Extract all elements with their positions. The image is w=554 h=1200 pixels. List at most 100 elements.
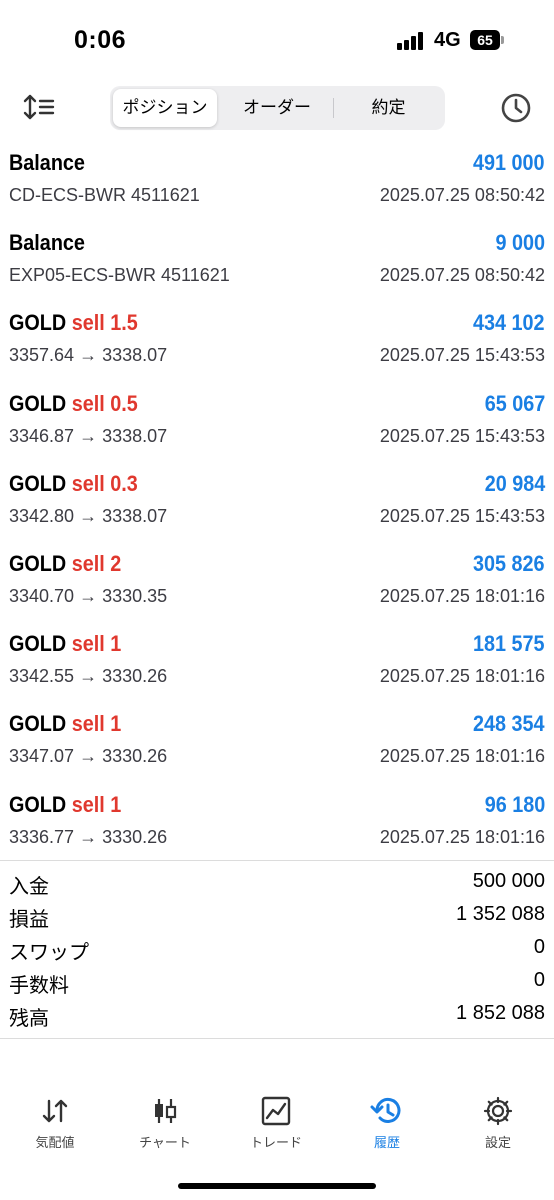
deal-amount: 9 000 <box>495 230 545 256</box>
tab-history[interactable]: 履歴 <box>332 1088 442 1158</box>
bottom-tab-bar: 気配値 チャート トレード 履歴 設定 <box>0 1088 554 1168</box>
quotes-icon <box>42 1099 68 1123</box>
tab-chart[interactable]: チャート <box>110 1088 220 1158</box>
tab-label: 設定 <box>484 1135 511 1150</box>
deal-side-volume: sell 1.5 <box>71 310 138 336</box>
deal-title: GOLD sell 0.5 <box>9 391 138 417</box>
settings-gear-icon <box>483 1096 513 1126</box>
summary-value: 1 852 088 <box>456 1002 545 1024</box>
deal-side-volume: sell 1 <box>71 631 122 657</box>
deal-title: GOLD sell 1 <box>9 631 121 657</box>
battery-icon: 65 <box>470 30 504 50</box>
deal-row[interactable]: GOLD sell 2 305 826 3340.70 → 3330.35 20… <box>0 543 554 623</box>
summary-panel: 入金 500 000 損益 1 352 088 スワップ 0 手数料 0 残高 … <box>0 868 554 1033</box>
summary-row-commission: 手数料 0 <box>0 967 554 1000</box>
deal-profit: 305 826 <box>473 550 545 576</box>
deal-time: 2025.07.25 15:43:53 <box>379 505 545 526</box>
deal-time: 2025.07.25 18:01:16 <box>379 746 545 767</box>
status-bar: 0:06 4G 65 <box>0 0 554 82</box>
deal-profit: 96 180 <box>484 791 545 817</box>
summary-divider <box>0 860 554 861</box>
deal-row[interactable]: GOLD sell 0.5 65 067 3346.87 → 3338.07 2… <box>0 383 554 463</box>
deal-row[interactable]: Balance 9 000 EXP05-ECS-BWR 4511621 2025… <box>0 222 554 302</box>
status-time: 0:06 <box>74 26 127 54</box>
summary-row-profit: 損益 1 352 088 <box>0 901 554 934</box>
deal-row[interactable]: GOLD sell 1 181 575 3342.55 → 3330.26 20… <box>0 623 554 703</box>
segment-positions[interactable]: ポジション <box>113 89 217 127</box>
deal-prices: 3336.77 → 3330.26 <box>9 826 168 847</box>
deal-title: GOLD sell 0.3 <box>9 471 138 497</box>
summary-label: 損益 <box>9 909 49 931</box>
deal-comment: CD-ECS-BWR 4511621 <box>9 185 200 205</box>
tab-label: 気配値 <box>35 1135 75 1150</box>
summary-value: 500 000 <box>472 870 545 892</box>
deal-prices: 3340.70 → 3330.35 <box>9 585 168 606</box>
segment-deals[interactable]: 約定 <box>335 89 442 127</box>
deal-time: 2025.07.25 18:01:16 <box>379 666 545 687</box>
deal-time: 2025.07.25 08:50:42 <box>379 265 545 286</box>
history-toolbar: ポジション オーダー 約定 <box>0 82 554 138</box>
tab-trade[interactable]: トレード <box>221 1088 331 1158</box>
tab-label: トレード <box>249 1135 302 1150</box>
segment-orders[interactable]: オーダー <box>223 89 331 127</box>
deal-symbol: GOLD <box>9 791 67 817</box>
summary-label: スワップ <box>9 942 89 964</box>
deal-symbol: GOLD <box>9 631 67 657</box>
tab-settings[interactable]: 設定 <box>443 1088 553 1158</box>
clock-icon[interactable] <box>499 91 533 125</box>
deal-prices: 3347.07 → 3330.26 <box>9 746 168 767</box>
deals-list: Balance 491 000 CD-ECS-BWR 4511621 2025.… <box>0 142 554 864</box>
summary-row-balance: 残高 1 852 088 <box>0 1000 554 1033</box>
deal-side-volume: sell 1 <box>71 711 122 737</box>
tab-label: 履歴 <box>373 1135 400 1150</box>
chart-candles-icon <box>155 1099 177 1123</box>
deal-row[interactable]: GOLD sell 1.5 434 102 3357.64 → 3338.07 … <box>0 302 554 382</box>
battery-level: 65 <box>470 30 500 50</box>
summary-label: 残高 <box>9 1008 49 1030</box>
deal-title: GOLD sell 1.5 <box>9 310 138 336</box>
segmented-control: ポジション オーダー 約定 <box>110 86 445 130</box>
deal-time: 2025.07.25 18:01:16 <box>379 585 545 606</box>
tabbar-divider <box>0 1038 554 1039</box>
history-icon <box>370 1097 401 1123</box>
deal-prices: 3346.87 → 3338.07 <box>9 425 168 446</box>
deal-profit: 434 102 <box>473 310 545 336</box>
summary-value: 0 <box>533 936 545 958</box>
deal-prices: 3342.80 → 3338.07 <box>9 505 168 526</box>
deal-symbol: GOLD <box>9 470 67 496</box>
deal-symbol: GOLD <box>9 310 67 336</box>
deal-row[interactable]: GOLD sell 1 96 180 3336.77 → 3330.26 202… <box>0 784 554 864</box>
deal-comment: EXP05-ECS-BWR 4511621 <box>9 265 230 286</box>
deal-profit: 181 575 <box>473 631 545 657</box>
deal-title: GOLD sell 1 <box>9 711 121 737</box>
home-indicator <box>178 1183 376 1189</box>
deal-side-volume: sell 0.3 <box>71 470 138 496</box>
deal-side-volume: sell 0.5 <box>71 390 138 416</box>
deal-time: 2025.07.25 18:01:16 <box>379 826 545 847</box>
trade-icon <box>261 1096 291 1126</box>
deal-symbol: GOLD <box>9 550 67 576</box>
deal-row[interactable]: Balance 491 000 CD-ECS-BWR 4511621 2025.… <box>0 142 554 222</box>
deal-profit: 20 984 <box>484 470 545 496</box>
deal-title: GOLD sell 2 <box>9 551 121 577</box>
deal-title: GOLD sell 1 <box>9 792 121 818</box>
summary-row-swap: スワップ 0 <box>0 934 554 967</box>
deal-symbol: GOLD <box>9 711 67 737</box>
summary-label: 手数料 <box>9 975 69 997</box>
deal-side-volume: sell 2 <box>71 550 122 576</box>
deal-time: 2025.07.25 15:43:53 <box>379 345 545 366</box>
tab-quotes[interactable]: 気配値 <box>0 1088 110 1158</box>
summary-label: 入金 <box>9 876 49 898</box>
summary-value: 1 352 088 <box>456 903 545 925</box>
deal-symbol: GOLD <box>9 390 67 416</box>
deal-amount: 491 000 <box>473 150 545 175</box>
deal-profit: 248 354 <box>473 711 545 737</box>
deal-side-volume: sell 1 <box>71 791 122 817</box>
network-type: 4G <box>434 29 461 51</box>
deal-time: 2025.07.25 15:43:53 <box>379 425 545 446</box>
cellular-signal-icon <box>397 32 427 50</box>
deal-profit: 65 067 <box>484 390 545 416</box>
sort-icon[interactable] <box>22 92 56 122</box>
deal-row[interactable]: GOLD sell 1 248 354 3347.07 → 3330.26 20… <box>0 703 554 783</box>
deal-row[interactable]: GOLD sell 0.3 20 984 3342.80 → 3338.07 2… <box>0 463 554 543</box>
